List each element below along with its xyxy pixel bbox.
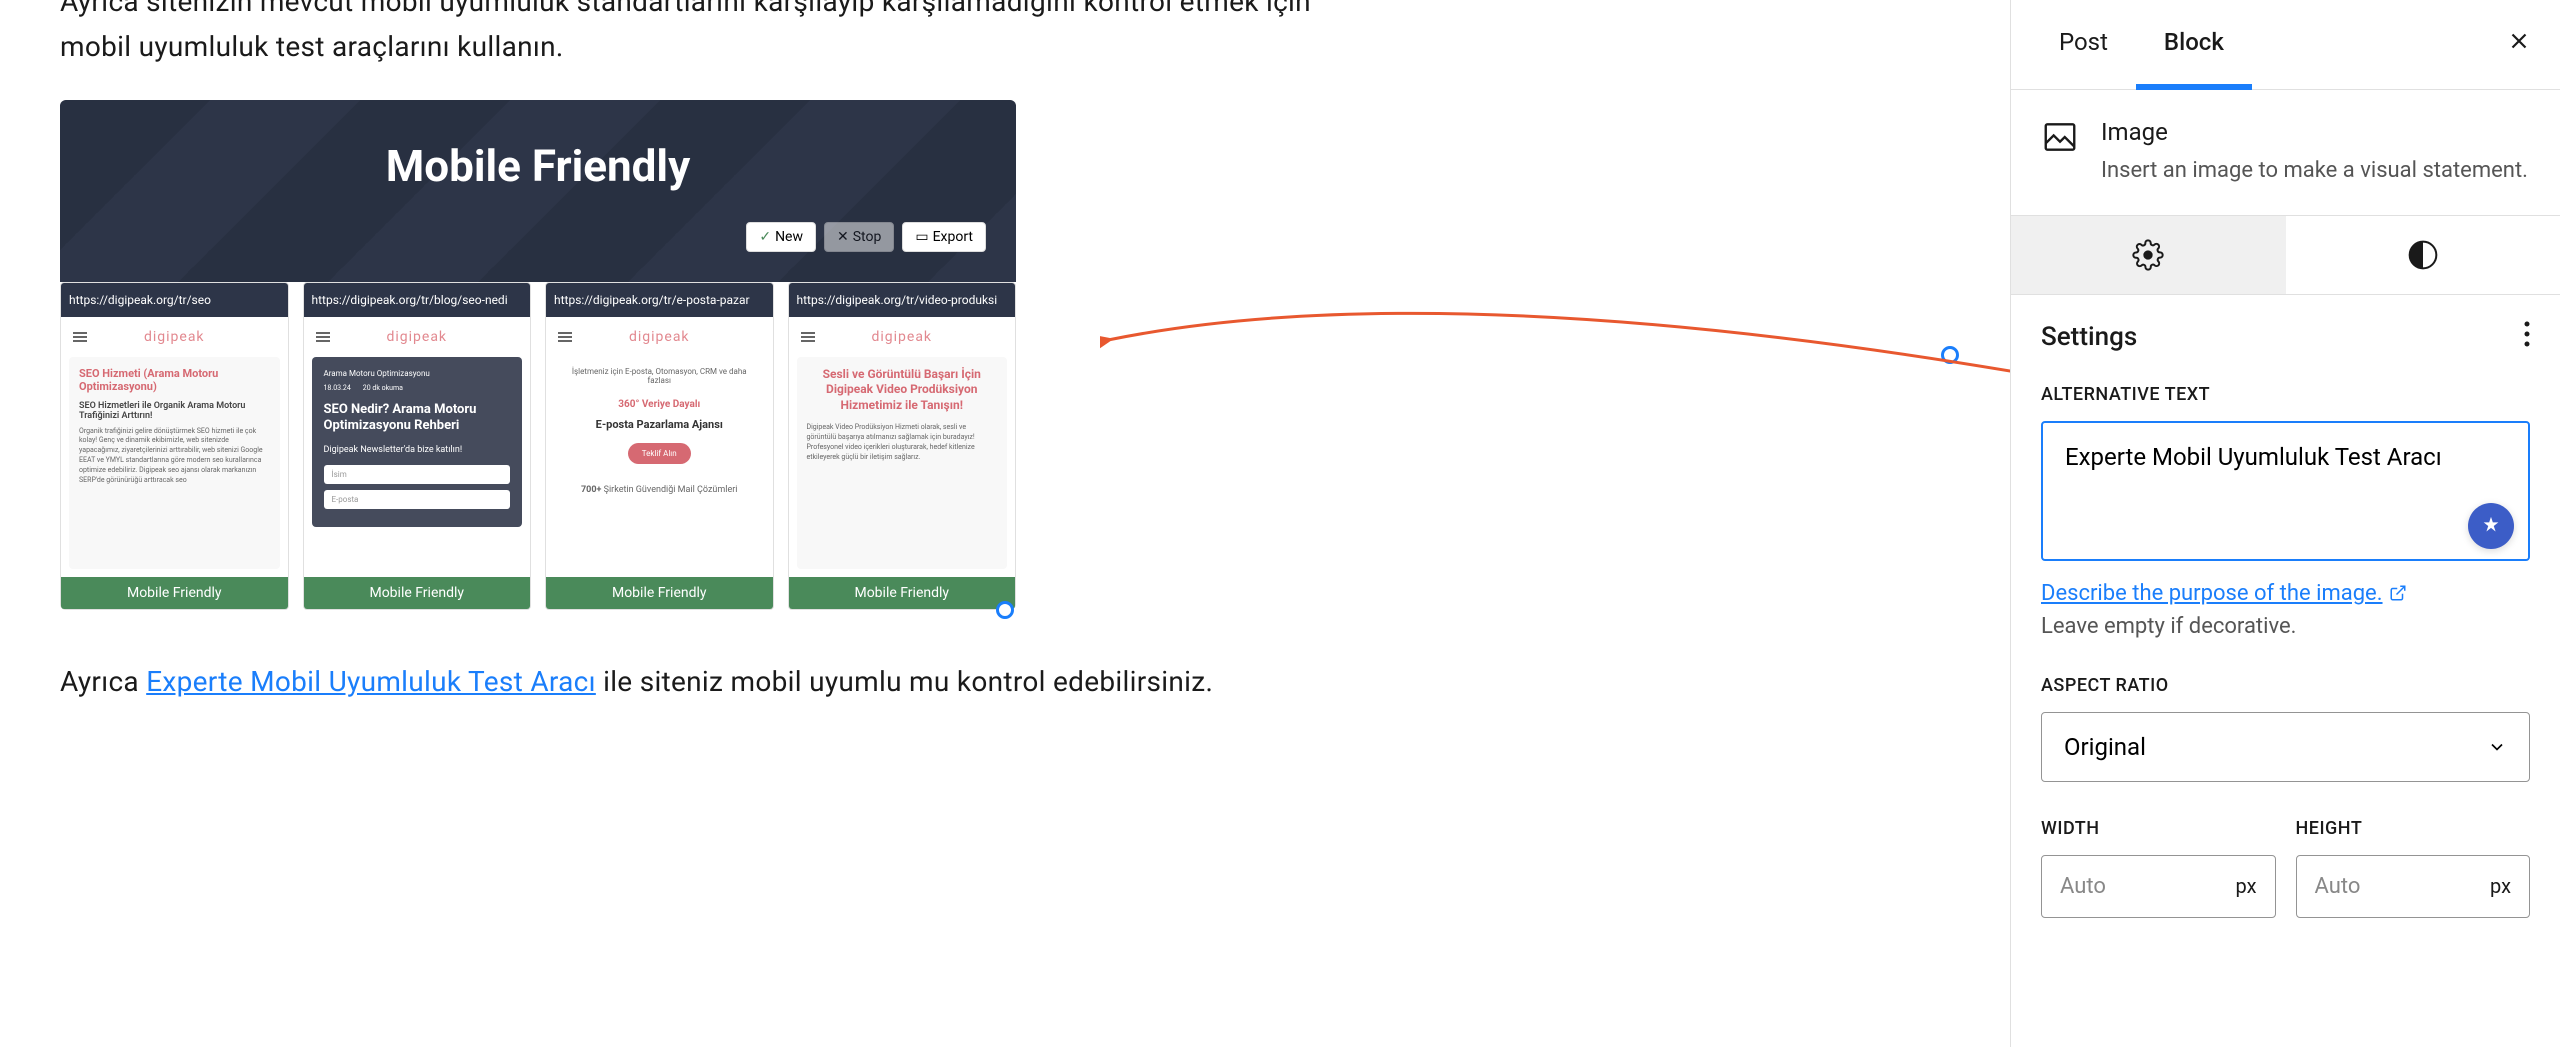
input-placeholder: Auto	[2315, 874, 2361, 899]
block-name: Image	[2101, 118, 2530, 146]
text-line: mobil uyumluluk test araçlarını kullanın…	[60, 30, 564, 63]
card-read-time: 20 dk okuma	[363, 384, 403, 392]
paragraph-intro[interactable]: Ayrıca sitenizin mevcut mobil uyumluluk …	[60, 0, 1950, 70]
mobile-friendly-badge: Mobile Friendly	[304, 577, 531, 609]
settings-panel: Settings ALTERNATIVE TEXT Describe the p…	[2011, 295, 2560, 944]
input-email: E-posta	[324, 490, 511, 509]
unit-label: px	[2490, 874, 2511, 898]
editor-canvas[interactable]: Ayrıca sitenizin mevcut mobil uyumluluk …	[0, 0, 2010, 1047]
banner-title: Mobile Friendly	[80, 140, 996, 192]
resize-handle-right[interactable]	[1941, 346, 1959, 364]
card-url: https://digipeak.org/tr/video-produksi	[789, 283, 1016, 317]
text-segment: Ayrıca	[60, 665, 146, 698]
logo: digipeak	[144, 329, 205, 345]
card-preview: digipeak Sesli ve Görüntülü Başarı İçin …	[789, 317, 1016, 577]
hamburger-icon	[73, 332, 87, 342]
hamburger-icon	[801, 332, 815, 342]
logo: digipeak	[629, 329, 690, 345]
image-banner-header: Mobile Friendly ✓New ✕Stop ▭Export	[60, 100, 1016, 282]
tab-post[interactable]: Post	[2031, 1, 2136, 90]
new-button: ✓New	[746, 222, 816, 252]
panel-options-button[interactable]	[2524, 321, 2530, 354]
preview-cards: https://digipeak.org/tr/seo digipeak SEO…	[60, 282, 1016, 610]
select-value: Original	[2064, 733, 2146, 761]
card-url: https://digipeak.org/tr/blog/seo-nedi	[304, 283, 531, 317]
preview-card: https://digipeak.org/tr/video-produksi d…	[788, 282, 1017, 610]
annotation-arrow	[1100, 300, 2010, 500]
height-input[interactable]: Auto px	[2296, 855, 2531, 918]
unit-label: px	[2235, 874, 2256, 898]
text-line: Ayrıca sitenizin mevcut mobil uyumluluk …	[60, 0, 1311, 18]
aspect-ratio-select[interactable]: Original	[2041, 712, 2530, 782]
preview-card: https://digipeak.org/tr/e-posta-pazar di…	[545, 282, 774, 610]
newsletter-text: Digipeak Newsletter'da bize katılın!	[324, 445, 511, 455]
panel-title: Settings	[2041, 322, 2137, 352]
subtab-settings[interactable]	[2011, 216, 2286, 294]
card-url: https://digipeak.org/tr/e-posta-pazar	[546, 283, 773, 317]
card-subtitle: SEO Hizmetleri ile Organik Arama Motoru …	[79, 401, 270, 421]
block-subtabs	[2011, 215, 2560, 295]
card-title: SEO Nedir? Arama Motoru Optimizasyonu Re…	[324, 402, 511, 436]
card-category: Arama Motoru Optimizasyonu	[324, 369, 511, 378]
input-placeholder: Auto	[2060, 874, 2106, 899]
preview-card: https://digipeak.org/tr/seo digipeak SEO…	[60, 282, 289, 610]
logo: digipeak	[871, 329, 932, 345]
card-intro: İşletmeniz için E-posta, Otomasyon, CRM …	[564, 367, 755, 385]
sidebar-tabs: Post Block	[2011, 0, 2560, 90]
cta-button: Teklif Alın	[628, 443, 691, 464]
mobile-friendly-badge: Mobile Friendly	[789, 577, 1016, 609]
card-url: https://digipeak.org/tr/seo	[61, 283, 288, 317]
card-preview: digipeak SEO Hizmeti (Arama Motoru Optim…	[61, 317, 288, 577]
aspect-ratio-label: ASPECT RATIO	[2041, 675, 2530, 696]
image-block-icon	[2041, 118, 2079, 156]
text-segment: ile siteniz mobil uyumlu mu kontrol edeb…	[596, 665, 1213, 698]
image-block[interactable]: Mobile Friendly ✓New ✕Stop ▭Export https…	[60, 100, 1950, 610]
settings-sidebar: Post Block Image Insert an image to make…	[2010, 0, 2560, 1047]
mobile-friendly-badge: Mobile Friendly	[61, 577, 288, 609]
stop-button: ✕Stop	[824, 222, 894, 252]
hamburger-icon	[316, 332, 330, 342]
card-title: SEO Hizmeti (Arama Motoru Optimizasyonu)	[79, 367, 270, 393]
styles-icon	[2407, 239, 2439, 271]
ai-assist-button[interactable]	[2468, 503, 2514, 549]
card-title: E-posta Pazarlama Ajansı	[564, 418, 755, 431]
width-label: WIDTH	[2041, 818, 2276, 839]
export-button: ▭Export	[902, 222, 986, 252]
experte-link[interactable]: Experte Mobil Uyumluluk Test Aracı	[146, 665, 596, 698]
tab-block[interactable]: Block	[2136, 1, 2252, 90]
card-footer: 700+ Şirketin Güvendiği Mail Çözümleri	[564, 484, 755, 497]
logo: digipeak	[386, 329, 447, 345]
paragraph-outro[interactable]: Ayrıca Experte Mobil Uyumluluk Test Arac…	[60, 660, 1950, 705]
card-text: Organik trafiğinizi gelire dönüştürmek S…	[79, 427, 270, 486]
image-content: Mobile Friendly ✓New ✕Stop ▭Export https…	[60, 100, 1016, 610]
card-title: Sesli ve Görüntülü Başarı İçin Digipeak …	[807, 367, 998, 414]
block-description: Insert an image to make a visual stateme…	[2101, 156, 2530, 187]
resize-handle-bottom[interactable]	[996, 601, 1014, 619]
card-preview: digipeak Arama Motoru Optimizasyonu 18.0…	[304, 317, 531, 577]
gear-icon	[2132, 239, 2164, 271]
input-name: İsim	[324, 465, 511, 484]
helper-text: Leave empty if decorative.	[2041, 614, 2530, 639]
banner-buttons: ✓New ✕Stop ▭Export	[80, 222, 996, 262]
block-info-section: Image Insert an image to make a visual s…	[2011, 90, 2560, 215]
close-sidebar-button[interactable]	[2498, 19, 2540, 70]
describe-purpose-link[interactable]: Describe the purpose of the image.	[2041, 581, 2407, 606]
chevron-down-icon	[2487, 737, 2507, 757]
subtab-styles[interactable]	[2286, 216, 2560, 294]
height-label: HEIGHT	[2296, 818, 2531, 839]
alt-text-label: ALTERNATIVE TEXT	[2041, 384, 2530, 405]
card-date: 18.03.24	[324, 384, 351, 392]
card-tag: 360° Veriye Dayalı	[564, 399, 755, 410]
alt-text-input[interactable]	[2041, 421, 2530, 561]
hamburger-icon	[558, 332, 572, 342]
card-text: Digipeak Video Prodüksiyon Hizmeti olara…	[807, 423, 998, 462]
mobile-friendly-badge: Mobile Friendly	[546, 577, 773, 609]
external-link-icon	[2389, 584, 2407, 602]
width-input[interactable]: Auto px	[2041, 855, 2276, 918]
preview-card: https://digipeak.org/tr/blog/seo-nedi di…	[303, 282, 532, 610]
card-preview: digipeak İşletmeniz için E-posta, Otomas…	[546, 317, 773, 577]
